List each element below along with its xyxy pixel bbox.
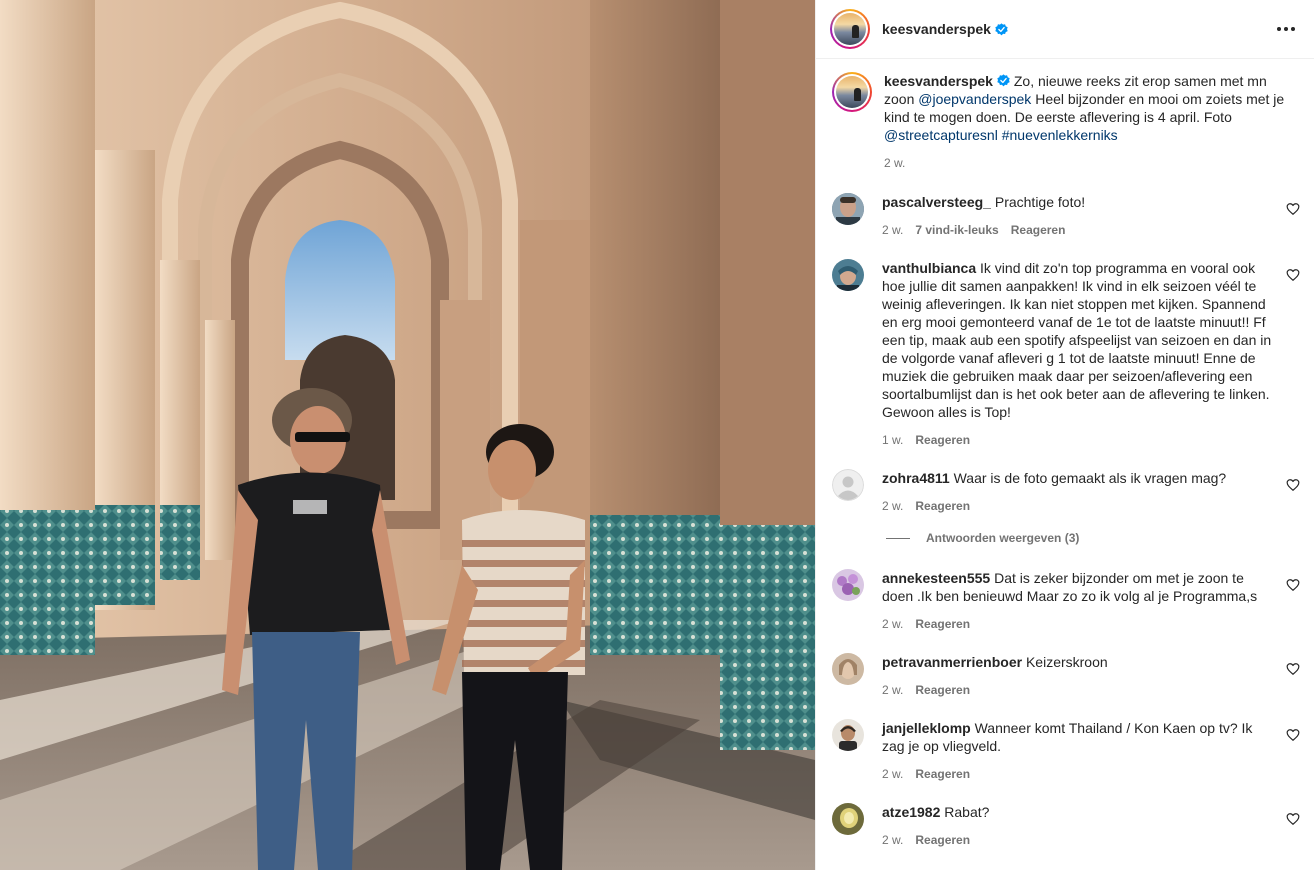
heart-icon[interactable] <box>1286 202 1300 216</box>
heart-icon[interactable] <box>1286 662 1300 676</box>
comment-time[interactable]: 2 w. <box>882 683 903 697</box>
comment-username[interactable]: petravanmerrienboer <box>882 654 1022 670</box>
default-avatar-icon <box>832 469 864 501</box>
comment-item: petravanmerrienboer Keizerskroon 2 w. Rea… <box>832 653 1300 697</box>
commenter-avatar[interactable] <box>832 469 864 501</box>
post-image <box>0 0 815 870</box>
commenter-avatar[interactable] <box>832 653 864 685</box>
comment-username[interactable]: atze1982 <box>882 804 940 820</box>
comment-username[interactable]: annekesteen555 <box>882 570 990 586</box>
heart-icon[interactable] <box>1286 578 1300 592</box>
caption-username[interactable]: keesvanderspek <box>884 73 993 89</box>
heart-icon[interactable] <box>1286 268 1300 282</box>
comment-text: Waar is de foto gemaakt als ik vragen ma… <box>953 470 1227 486</box>
avatar-photo <box>832 569 864 601</box>
verified-badge-icon <box>997 74 1010 87</box>
comment-item: janjelleklomp Wanneer komt Thailand / Ko… <box>832 719 1300 781</box>
comment-username[interactable]: pascalversteeg_ <box>882 194 991 210</box>
comment-item: pascalversteeg_ Prachtige foto! 2 w. 7 vi… <box>832 193 1300 237</box>
caption-author-avatar[interactable] <box>832 72 872 112</box>
comment-username[interactable]: vanthulbianca <box>882 260 976 276</box>
heart-icon[interactable] <box>1286 812 1300 826</box>
comment-text: Ik vind dit zo'n top programma en vooral… <box>882 260 1272 420</box>
heart-icon[interactable] <box>1286 728 1300 742</box>
comment-time[interactable]: 2 w. <box>882 767 903 781</box>
mention-link[interactable]: @streetcapturesnl <box>884 127 998 143</box>
comment-text: Prachtige foto! <box>994 194 1086 210</box>
comment-item: annekesteen555 Dat is zeker bijzonder om… <box>832 569 1300 631</box>
comment-username[interactable]: zohra4811 <box>882 470 950 486</box>
post-side-panel: keesvanderspek keesvanderspek Zo, nieuwe… <box>815 0 1314 870</box>
more-options-icon <box>1277 27 1295 31</box>
commenter-avatar[interactable] <box>832 719 864 751</box>
comment-time[interactable]: 2 w. <box>882 499 903 513</box>
comment-time[interactable]: 2 w. <box>882 617 903 631</box>
commenter-avatar[interactable] <box>832 569 864 601</box>
reply-button[interactable]: Reageren <box>1011 223 1066 237</box>
author-avatar[interactable] <box>830 9 870 49</box>
comment-text: Rabat? <box>944 804 990 820</box>
author-username[interactable]: keesvanderspek <box>882 21 991 37</box>
reply-button[interactable]: Reageren <box>915 833 970 847</box>
avatar-photo <box>832 259 864 291</box>
comment-time[interactable]: 1 w. <box>882 433 903 447</box>
comment-time[interactable]: 2 w. <box>882 833 903 847</box>
comment-item: vanthulbianca Ik vind dit zo'n top progr… <box>832 259 1300 447</box>
replies-divider <box>886 537 910 539</box>
post-photo[interactable] <box>0 0 815 870</box>
avatar-photo <box>832 803 864 835</box>
caption-time[interactable]: 2 w. <box>884 156 905 170</box>
reply-button[interactable]: Reageren <box>915 499 970 513</box>
instagram-post-view: keesvanderspek keesvanderspek Zo, nieuwe… <box>0 0 1314 870</box>
view-replies-button[interactable]: Antwoorden weergeven (3) <box>886 531 1079 545</box>
reply-button[interactable]: Reageren <box>915 617 970 631</box>
comment-username[interactable]: janjelleklomp <box>882 720 971 736</box>
caption-meta: 2 w. <box>884 156 1300 170</box>
comment-text: Keizerskroon <box>1025 654 1108 670</box>
post-header: keesvanderspek <box>816 0 1314 59</box>
comment-item: zohra4811 Waar is de foto gemaakt als ik… <box>832 469 1300 513</box>
reply-button[interactable]: Reageren <box>915 433 970 447</box>
post-caption: keesvanderspek Zo, nieuwe reeks zit erop… <box>832 60 1300 170</box>
reply-button[interactable]: Reageren <box>915 683 970 697</box>
hashtag-link[interactable]: #nuevenlekkerniks <box>1002 127 1118 143</box>
reply-button[interactable]: Reageren <box>915 767 970 781</box>
avatar-photo <box>832 719 864 751</box>
heart-icon[interactable] <box>1286 478 1300 492</box>
comment-likes[interactable]: 7 vind-ik-leuks <box>915 223 998 237</box>
avatar-photo <box>832 193 864 225</box>
view-replies-label: Antwoorden weergeven (3) <box>926 531 1080 545</box>
comment-item: atze1982 Rabat? 2 w. Reageren <box>832 803 1300 847</box>
commenter-avatar[interactable] <box>832 193 864 225</box>
avatar-photo <box>832 653 864 685</box>
commenter-avatar[interactable] <box>832 259 864 291</box>
comment-time[interactable]: 2 w. <box>882 223 903 237</box>
mention-link[interactable]: @joepvanderspek <box>918 91 1031 107</box>
commenter-avatar[interactable] <box>832 803 864 835</box>
more-options-button[interactable] <box>1272 15 1300 43</box>
verified-badge-icon <box>995 22 1008 35</box>
